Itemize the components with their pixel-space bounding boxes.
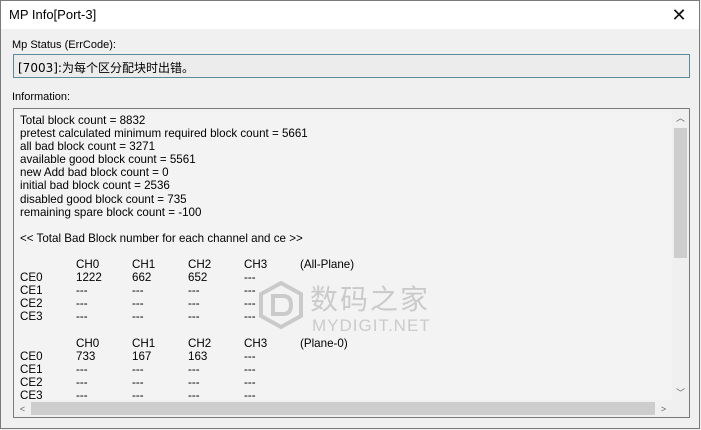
scroll-up-icon[interactable]: ︿ xyxy=(672,109,689,126)
table-cell: --- xyxy=(132,284,144,298)
table-cell: --- xyxy=(132,297,144,311)
table-cell: (All-Plane) xyxy=(300,258,355,272)
table-cell: 662 xyxy=(132,271,152,285)
info-line: remaining spare block count = -100 xyxy=(20,205,202,219)
table-row: CE2 --- --- --- --- xyxy=(20,376,308,389)
info-line: all bad block count = 3271 xyxy=(20,140,156,154)
information-label: Information: xyxy=(12,91,71,103)
vertical-scrollbar[interactable]: ︿ ﹀ xyxy=(672,109,689,401)
mp-status-field[interactable]: [7003]:为每个区分配块时出错。 xyxy=(13,54,690,78)
table-cell: CE3 xyxy=(20,310,43,324)
info-line: pretest calculated minimum required bloc… xyxy=(20,127,308,141)
table-cell: --- xyxy=(244,362,256,376)
table-cell: --- xyxy=(76,284,88,298)
section-heading: << Total Bad Block number for each chann… xyxy=(20,231,303,245)
mp-status-value: [7003]:为每个区分配块时出错。 xyxy=(18,61,194,75)
table-cell: 167 xyxy=(132,349,152,363)
info-line: Total block count = 8832 xyxy=(20,114,146,127)
watermark: 数码之家 MYDIGIT.NET xyxy=(254,276,454,338)
table-cell: --- xyxy=(132,362,144,376)
scrollbar-corner xyxy=(672,400,689,417)
table-cell: --- xyxy=(132,310,144,324)
table-cell: --- xyxy=(244,349,256,363)
info-line: initial bad block count = 2536 xyxy=(20,179,170,193)
table-cell: CH1 xyxy=(132,258,156,272)
information-content: Total block count = 8832 pretest calculat… xyxy=(20,114,354,402)
table-cell: --- xyxy=(76,297,88,311)
table-cell: CH2 xyxy=(188,258,212,272)
table-cell: 1222 xyxy=(76,271,102,285)
info-line: new Add bad block count = 0 xyxy=(20,166,169,180)
close-icon[interactable]: ✕ xyxy=(659,1,699,29)
table-cell: CE0 xyxy=(20,271,43,285)
table-cell: CH0 xyxy=(76,258,100,272)
table-cell: --- xyxy=(76,362,88,376)
table-row: CE1 --- --- --- --- xyxy=(20,363,308,376)
table-cell: 652 xyxy=(188,271,208,285)
table-cell: CH0 xyxy=(76,336,100,350)
horizontal-scrollbar[interactable]: < > xyxy=(14,400,672,417)
table-cell: (Plane-0) xyxy=(300,336,348,350)
table-cell: CE2 xyxy=(20,297,43,311)
title-bar: MP Info[Port-3] ✕ xyxy=(1,1,699,29)
table-cell: --- xyxy=(188,310,200,324)
info-line: disabled good block count = 735 xyxy=(20,192,187,206)
table-cell: CH3 xyxy=(244,336,268,350)
watermark-cn-text: 数码之家 xyxy=(310,283,431,316)
table-cell: --- xyxy=(244,375,256,389)
scroll-down-icon[interactable]: ﹀ xyxy=(672,384,689,401)
table-cell: CE1 xyxy=(20,284,43,298)
mp-status-label: Mp Status (ErrCode): xyxy=(12,39,116,51)
table-cell: --- xyxy=(76,375,88,389)
horizontal-scroll-thumb[interactable] xyxy=(31,402,655,415)
table-header-row: CH0 CH1 CH2 CH3 (All-Plane) xyxy=(20,258,354,272)
vertical-scroll-thumb[interactable] xyxy=(674,128,687,258)
watermark-en-text: MYDIGIT.NET xyxy=(312,316,431,335)
information-textarea[interactable]: Total block count = 8832 pretest calculat… xyxy=(13,108,690,418)
table-cell: CH2 xyxy=(188,336,212,350)
table-cell: CE2 xyxy=(20,375,43,389)
window-title: MP Info[Port-3] xyxy=(9,7,97,22)
table-cell: CH1 xyxy=(132,336,156,350)
table-cell: CE1 xyxy=(20,362,43,376)
table-cell: CH3 xyxy=(244,258,268,272)
watermark-logo-icon xyxy=(259,280,303,330)
mp-info-window: MP Info[Port-3] ✕ Mp Status (ErrCode): [… xyxy=(0,0,700,429)
scroll-left-icon[interactable]: < xyxy=(14,400,31,417)
table-cell: CE0 xyxy=(20,349,43,363)
table-cell: --- xyxy=(188,362,200,376)
table-cell: --- xyxy=(188,297,200,311)
table-cell: 733 xyxy=(76,349,96,363)
table-row: CE0 733 167 163 --- xyxy=(20,350,308,363)
table-cell: --- xyxy=(188,375,200,389)
table-cell: --- xyxy=(132,375,144,389)
table-header-row: CH0 CH1 CH2 CH3 (Plane-0) xyxy=(20,336,348,350)
info-line: available good block count = 5561 xyxy=(20,153,196,167)
table-cell: --- xyxy=(188,284,200,298)
table-cell: 163 xyxy=(188,349,208,363)
scroll-right-icon[interactable]: > xyxy=(655,400,672,417)
table-cell: --- xyxy=(76,310,88,324)
